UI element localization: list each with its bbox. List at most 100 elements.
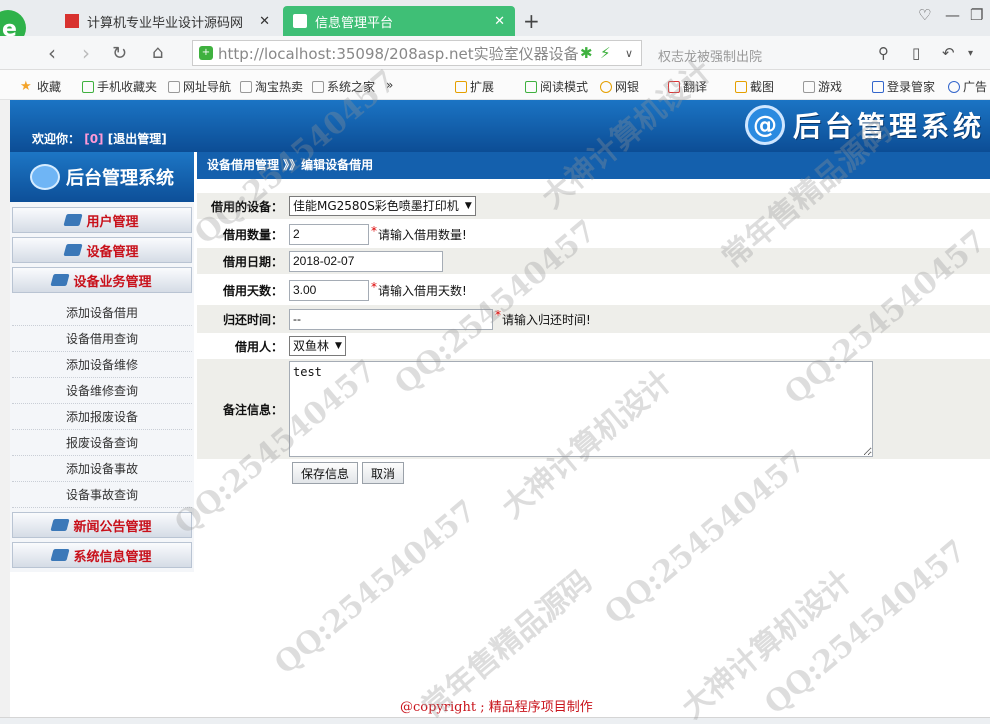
remark-textarea[interactable]: test xyxy=(289,361,873,457)
submenu-add-borrow[interactable]: 添加设备借用 xyxy=(12,300,192,326)
submenu-query-repair[interactable]: 设备维修查询 xyxy=(12,378,192,404)
remark-label: 备注信息： xyxy=(222,402,283,417)
bookmark-extensions[interactable]: 扩展 xyxy=(455,78,494,95)
required-mark: * xyxy=(371,224,377,238)
bookmark-games[interactable]: 游戏 xyxy=(803,78,842,95)
days-input[interactable] xyxy=(289,279,369,301)
back-icon[interactable]: ‹ xyxy=(48,41,56,65)
menu-arrow-icon xyxy=(50,519,71,531)
submenu-query-borrow[interactable]: 设备借用查询 xyxy=(12,326,192,352)
tab-label: 计算机专业毕业设计源码网 xyxy=(87,15,244,31)
page-icon xyxy=(168,80,180,93)
return-time-input[interactable] xyxy=(289,308,493,330)
search-icon[interactable]: ⚲ xyxy=(878,44,889,62)
save-button[interactable]: 保存信息 xyxy=(292,462,359,484)
chevron-down-icon: ▼ xyxy=(464,201,472,211)
row-remark: 备注信息： test xyxy=(197,359,990,459)
book-icon xyxy=(525,80,537,93)
row-actions: 保存信息 取消 xyxy=(197,461,990,485)
browser-side-strip xyxy=(0,100,10,724)
submenu-add-repair[interactable]: 添加设备维修 xyxy=(12,352,192,378)
breadcrumb: 设备借用管理 》》编辑设备借用 xyxy=(197,152,990,179)
menu-arrow-icon xyxy=(63,214,84,226)
mobile-icon xyxy=(82,80,94,93)
dropdown-chevron-icon[interactable]: ∨ xyxy=(625,47,633,60)
quantity-input[interactable] xyxy=(289,223,369,245)
tab-source-site[interactable]: 计算机专业毕业设计源码网 ✕ xyxy=(55,6,280,36)
row-borrower: 借用人： 双鱼林 ▼ xyxy=(197,334,990,358)
submenu-add-scrap[interactable]: 添加报废设备 xyxy=(12,404,192,430)
chevron-down-icon: ▼ xyxy=(335,341,342,351)
home-icon[interactable]: ⌂ xyxy=(152,42,163,63)
current-user: [0] xyxy=(84,132,104,146)
chevron-down-icon[interactable]: ▾ xyxy=(968,48,973,59)
sidebar-logo: 后台管理系统 xyxy=(10,152,194,202)
user-icon xyxy=(872,80,884,93)
submenu-device-business: 添加设备借用 设备借用查询 添加设备维修 设备维修查询 添加报废设备 报废设备查… xyxy=(12,300,192,508)
bookmark-nav[interactable]: 网址导航 xyxy=(168,78,231,95)
required-mark: * xyxy=(371,280,377,294)
reload-icon[interactable]: ↻ xyxy=(112,43,127,64)
bookmark-more[interactable]: » xyxy=(386,78,393,92)
device-label: 借用的设备： xyxy=(210,199,283,214)
lightning-icon[interactable]: ⚡ xyxy=(600,44,611,62)
cancel-button[interactable]: 取消 xyxy=(362,462,405,484)
borrow-date-input[interactable] xyxy=(289,250,443,272)
menu-device-management[interactable]: 设备管理 xyxy=(12,237,192,263)
submenu-query-accident[interactable]: 设备事故查询 xyxy=(12,482,192,508)
new-tab-icon[interactable]: + xyxy=(523,9,540,33)
borrower-select[interactable]: 双鱼林 ▼ xyxy=(289,336,346,356)
bookmark-ad[interactable]: 广告 xyxy=(948,78,987,95)
sidebar: 后台管理系统 用户管理 设备管理 设备业务管理 添加设备借用 设备借用查询 添加… xyxy=(10,152,194,572)
undo-icon[interactable]: ↶ xyxy=(942,44,955,62)
minimize-icon[interactable]: — xyxy=(945,6,960,24)
page-icon xyxy=(312,80,324,93)
speed-icon[interactable]: ✱ xyxy=(580,44,593,62)
watermark: 大神计算机设计 xyxy=(675,563,859,726)
menu-arrow-icon xyxy=(63,244,84,256)
phone-icon[interactable]: ▯ xyxy=(912,44,920,62)
search-hint[interactable]: 权志龙被强制出院 xyxy=(658,46,762,65)
bookmark-translate[interactable]: 翻译 xyxy=(668,78,707,95)
submenu-add-accident[interactable]: 添加设备事故 xyxy=(12,456,192,482)
browser-status-bar xyxy=(0,717,990,724)
tab-label: 信息管理平台 xyxy=(315,15,394,31)
required-mark: * xyxy=(495,308,501,322)
bookmark-login[interactable]: 登录管家 xyxy=(872,78,935,95)
app-header: 欢迎你： [0] [退出管理] @ 后台管理系统 xyxy=(10,100,990,152)
url-input[interactable]: + http://localhost:35098/208asp.net实验室仪器… xyxy=(192,40,642,66)
bookmark-reader[interactable]: 阅读模式 xyxy=(525,78,588,95)
grid-icon xyxy=(455,80,467,93)
row-return: 归还时间： * 请输入归还时间! xyxy=(197,305,990,333)
secure-shield-icon: + xyxy=(199,46,213,60)
menu-user-management[interactable]: 用户管理 xyxy=(12,207,192,233)
bookmark-screenshot[interactable]: 截图 xyxy=(735,78,774,95)
close-tab-icon[interactable]: ✕ xyxy=(259,14,270,29)
bookmark-taobao[interactable]: 淘宝热卖 xyxy=(240,78,303,95)
bookmark-mobile[interactable]: 手机收藏夹 xyxy=(82,78,157,95)
skin-icon[interactable]: ♡ xyxy=(918,6,931,24)
bookmark-favorites[interactable]: ★ 收藏 xyxy=(20,78,61,95)
submenu-query-scrap[interactable]: 报废设备查询 xyxy=(12,430,192,456)
return-hint: 请输入归还时间! xyxy=(502,312,591,327)
tab-info-platform[interactable]: 信息管理平台 ✕ xyxy=(283,6,515,36)
close-tab-icon[interactable]: ✕ xyxy=(494,14,505,29)
header-logo-text: 后台管理系统 xyxy=(792,110,985,143)
row-quantity: 借用数量： * 请输入借用数量! xyxy=(197,221,990,247)
borrower-label: 借用人： xyxy=(234,339,283,354)
device-select[interactable]: 佳能MG2580S彩色喷墨打印机 ▼ xyxy=(289,196,476,216)
menu-system-management[interactable]: 系统信息管理 xyxy=(12,542,192,568)
scissors-icon xyxy=(735,80,747,93)
menu-device-business[interactable]: 设备业务管理 xyxy=(12,267,192,293)
bookmark-syshome[interactable]: 系统之家 xyxy=(312,78,375,95)
quantity-label: 借用数量： xyxy=(222,227,283,242)
menu-news-management[interactable]: 新闻公告管理 xyxy=(12,512,192,538)
forward-icon[interactable]: › xyxy=(82,41,90,65)
restore-icon[interactable]: ❐ xyxy=(970,6,983,24)
translate-icon xyxy=(668,80,680,93)
star-icon: ★ xyxy=(20,78,32,94)
page-favicon-icon xyxy=(293,14,307,28)
bank-icon xyxy=(600,80,612,93)
bookmark-bank[interactable]: 网银 xyxy=(600,78,639,95)
logout-link[interactable]: [退出管理] xyxy=(108,132,167,146)
